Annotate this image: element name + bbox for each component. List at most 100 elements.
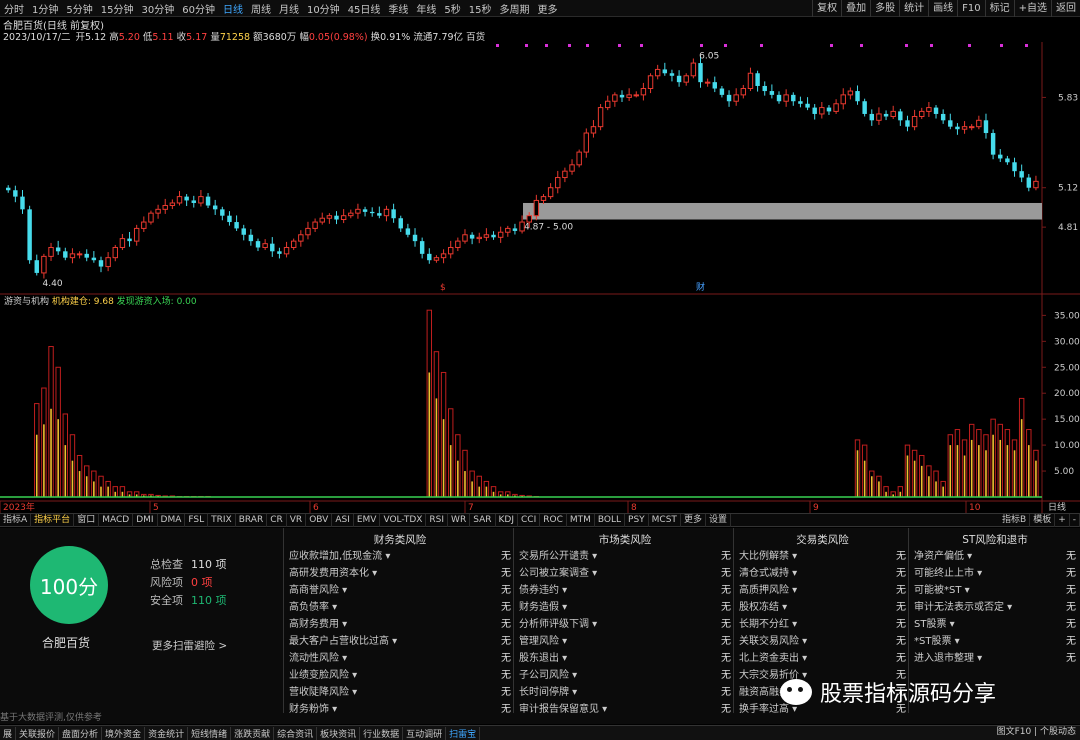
bottom-tab-0[interactable]: 展 [0,726,17,740]
risk-row[interactable]: 长时间停牌 ▾ 无 [519,683,731,700]
indicator-tab-11[interactable]: OBV [306,513,333,527]
indicator-tab-8[interactable]: BRAR [236,513,268,527]
indicator-tab-4[interactable]: DMI [133,513,158,527]
bottom-right-links[interactable]: 图文F10 | 个股动态 [997,725,1076,740]
indicator-tab-22[interactable]: BOLL [595,513,626,527]
indicator-tab-2[interactable]: 窗口 [74,513,100,527]
sub-tick-label: 35.00 [1054,311,1080,321]
bottom-tab-6[interactable]: 涨跌贡献 [231,726,275,740]
indicator-tab-25[interactable]: 更多 [681,513,706,527]
indicator-tab-7[interactable]: TRIX [208,513,236,527]
indicator-tab-16[interactable]: WR [448,513,471,527]
bottom-tab-7[interactable]: 综合资讯 [274,726,318,740]
risk-row[interactable]: 高负债率 ▾ 无 [289,598,511,615]
risk-row[interactable]: 交易所公开谴责 ▾ 无 [519,547,731,564]
risk-row[interactable]: 管理风险 ▾ 无 [519,632,731,649]
risk-row[interactable]: *ST股票 ▾ 无 [914,632,1076,649]
indicator-tab-12[interactable]: ASI [332,513,354,527]
candle-down [191,200,196,203]
risk-row[interactable]: 审计无法表示或否定 ▾ 无 [914,598,1076,615]
indicator-tab-14[interactable]: VOL-TDX [380,513,427,527]
risk-row[interactable]: 高财务费用 ▾ 无 [289,615,511,632]
risk-item-label: 审计报告保留意见 ▾ [519,704,608,715]
risk-row[interactable]: 股东退出 ▾ 无 [519,649,731,666]
indicator-tab-23[interactable]: PSY [625,513,649,527]
watermark: 股票指标源码分享 [780,672,1072,712]
kline-chart[interactable]: 5.83 5.12 4.81 35.00 30.00 25.00 20.00 15.00 10.… [0,0,1080,513]
indicator-tab-3[interactable]: MACD [99,513,134,527]
risk-row[interactable]: 大比例解禁 ▾ 无 [739,547,906,564]
risk-row[interactable]: 高商誉风险 ▾ 无 [289,581,511,598]
risk-row[interactable]: 长期不分红 ▾ 无 [739,615,906,632]
indicator-tab-20[interactable]: ROC [540,513,567,527]
risk-row[interactable]: 应收款增加,低现金流 ▾ 无 [289,547,511,564]
risk-row[interactable]: 财务粉饰 ▾ 无 [289,700,511,717]
indicator-tab-10[interactable]: VR [287,513,307,527]
indicator-tab-9[interactable]: CR [267,513,287,527]
risk-row[interactable]: 财务造假 ▾ 无 [519,598,731,615]
event-marker-s[interactable]: $ [440,283,446,293]
indicator-right-1[interactable]: 模板 [1030,513,1056,527]
risk-item-value: 无 [721,568,731,579]
risk-row[interactable]: 公司被立案调查 ▾ 无 [519,564,731,581]
indicator-right-2[interactable]: + [1055,513,1070,527]
risk-item-label: 最大客户占营收比过高 ▾ [289,636,398,647]
risk-row[interactable]: 分析师评级下调 ▾ 无 [519,615,731,632]
candle-down [1005,158,1010,163]
bottom-tab-8[interactable]: 板块资讯 [317,726,361,740]
candle-down [662,69,668,74]
indicator-right-0[interactable]: 指标B [999,513,1031,527]
risk-row[interactable]: ST股票 ▾ 无 [914,615,1076,632]
indicator-tab-18[interactable]: KDJ [496,513,518,527]
risk-row[interactable]: 业绩变脸风险 ▾ 无 [289,666,511,683]
indicator-tab-6[interactable]: FSL [185,513,209,527]
risk-row[interactable]: 可能被*ST ▾ 无 [914,581,1076,598]
risk-row[interactable]: 子公司风险 ▾ 无 [519,666,731,683]
risk-row[interactable]: 净资产偏低 ▾ 无 [914,547,1076,564]
risk-row[interactable]: 最大客户占营收比过高 ▾ 无 [289,632,511,649]
risk-row[interactable]: 营收陡降风险 ▾ 无 [289,683,511,700]
indicator-tab-17[interactable]: SAR [470,513,496,527]
bottom-tab-3[interactable]: 境外资金 [102,726,146,740]
indicator-right-3[interactable]: - [1070,513,1080,527]
indicator-tab-0[interactable]: 指标A [0,513,32,527]
candle-up [105,257,111,268]
risk-row[interactable]: 关联交易风险 ▾ 无 [739,632,906,649]
bottom-tab-9[interactable]: 行业数据 [360,726,404,740]
more-scan-link[interactable]: 更多扫雷避险 > [152,638,227,653]
risk-row[interactable]: 流动性风险 ▾ 无 [289,649,511,666]
bottom-tab-1[interactable]: 关联报价 [16,726,60,740]
bottom-tab-2[interactable]: 盘面分析 [59,726,103,740]
indicator-tab-24[interactable]: MCST [649,513,681,527]
risk-row[interactable]: 审计报告保留意见 ▾ 无 [519,700,731,717]
risk-row[interactable]: 债券违约 ▾ 无 [519,581,731,598]
risk-item-label: 长时间停牌 ▾ [519,687,578,698]
risk-row[interactable]: 清仓式减持 ▾ 无 [739,564,906,581]
risk-row[interactable]: 高研发费用资本化 ▾ 无 [289,564,511,581]
risk-row[interactable]: 股权冻结 ▾ 无 [739,598,906,615]
candle-down [419,241,425,254]
bottom-tab-5[interactable]: 短线情绪 [188,726,232,740]
bottom-tab-4[interactable]: 资金统计 [145,726,189,740]
bottom-tab-10[interactable]: 互动调研 [403,726,447,740]
indicator-tab-19[interactable]: CCI [518,513,541,527]
indicator-tab-5[interactable]: DMA [158,513,186,527]
risk-item-label: 大比例解禁 ▾ [739,551,798,562]
indicator-tab-1[interactable]: 指标平台 [31,513,75,527]
risk-row[interactable]: 可能终止上市 ▾ 无 [914,564,1076,581]
indicator-tab-15[interactable]: RSI [426,513,449,527]
score-badge: 100分 [30,546,108,624]
indicator-tab-21[interactable]: MTM [567,513,595,527]
risk-row[interactable]: 高质押风险 ▾ 无 [739,581,906,598]
candle-down [20,196,25,210]
candle-up [740,88,747,96]
risk-row[interactable]: 北上资金卖出 ▾ 无 [739,649,906,666]
indicator-tab-13[interactable]: EMV [354,513,381,527]
indicator-tab-26[interactable]: 设置 [706,513,731,527]
event-marker-cai[interactable]: 财 [696,281,705,293]
disclaimer-text: 基于大数据评测,仅供参考 [0,713,102,723]
risk-row[interactable]: 进入退市整理 ▾ 无 [914,649,1076,666]
sub-tick-label: 15.00 [1054,415,1080,425]
signal-mark [586,44,589,47]
bottom-tab-11[interactable]: 扫雷宝 [446,726,481,740]
